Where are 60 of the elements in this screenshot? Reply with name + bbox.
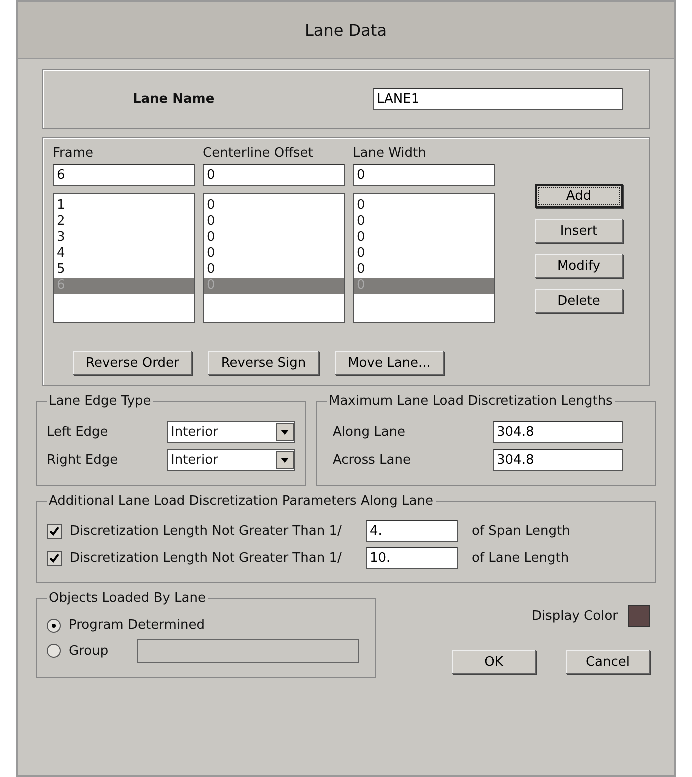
radio-button[interactable] <box>47 618 61 632</box>
field-label: Along Lane <box>332 424 407 440</box>
list-item[interactable]: 0 <box>354 198 494 214</box>
window-title: Lane Data <box>18 2 674 59</box>
side-button[interactable]: Add <box>535 184 623 208</box>
list-item[interactable]: 4 <box>54 246 194 262</box>
entry-field[interactable]: 6 <box>53 164 195 186</box>
column-heading: Lane Width <box>353 146 428 161</box>
list-item[interactable]: 0 <box>204 214 344 230</box>
edge-type-dropdown[interactable]: Interior <box>167 421 295 443</box>
length-field[interactable]: 304.8 <box>493 449 623 471</box>
checkbox[interactable] <box>47 524 62 538</box>
column-heading: Centerline Offset <box>203 146 314 161</box>
group-title: Maximum Lane Load Discretization Lengths <box>328 394 614 409</box>
list-item[interactable]: 0 <box>204 198 344 214</box>
radio-label: Program Determined <box>69 618 205 633</box>
field-label: Left Edge <box>47 424 110 440</box>
field-label: Right Edge <box>47 452 120 468</box>
checkbox-label: Discretization Length Not Greater Than 1/ <box>70 524 343 538</box>
lane-name-field[interactable]: LANE1 <box>373 88 623 110</box>
list-item[interactable]: 2 <box>54 214 194 230</box>
list-button[interactable]: Move Lane... <box>335 351 444 375</box>
divisor-field[interactable]: 10. <box>366 547 458 569</box>
list-item[interactable]: 5 <box>54 262 194 278</box>
dialog-button[interactable]: OK <box>452 650 536 674</box>
divisor-field[interactable]: 4. <box>366 520 458 542</box>
edge-type-dropdown[interactable]: Interior <box>167 449 295 471</box>
list-button[interactable]: Reverse Order <box>73 351 192 375</box>
field-suffix: of Lane Length <box>472 550 570 566</box>
entry-field[interactable]: 0 <box>203 164 345 186</box>
radio-button[interactable] <box>47 644 61 658</box>
radio-label: Group <box>69 644 109 658</box>
list-item[interactable]: 1 <box>54 198 194 214</box>
column-heading: Frame <box>53 146 95 161</box>
side-button[interactable]: Modify <box>535 254 623 278</box>
side-button[interactable]: Insert <box>535 219 623 243</box>
list-item[interactable]: 0 <box>354 262 494 278</box>
group-field[interactable] <box>136 639 359 663</box>
field-label: Across Lane <box>332 452 412 468</box>
dialog-button[interactable]: Cancel <box>566 650 650 674</box>
color-swatch[interactable] <box>628 605 650 627</box>
checkbox-label: Discretization Length Not Greater Than 1/ <box>70 550 343 566</box>
list-item[interactable]: 0 <box>354 214 494 230</box>
list-button[interactable]: Reverse Sign <box>208 351 320 375</box>
group-title: Additional Lane Load Discretization Parameters Along Lane <box>48 494 434 509</box>
lane-name-label: Lane Name <box>132 92 216 106</box>
group-title: Lane Edge Type <box>48 394 152 409</box>
list-item[interactable]: 0 <box>354 246 494 262</box>
side-button[interactable]: Delete <box>535 289 623 313</box>
list-item[interactable]: 0 <box>204 246 344 262</box>
checkbox[interactable] <box>47 550 62 566</box>
list-item[interactable]: 3 <box>54 230 194 246</box>
group-title: Objects Loaded By Lane <box>48 591 208 606</box>
list-item[interactable]: 0 <box>354 230 494 246</box>
list-item[interactable]: 0 <box>204 230 344 246</box>
display-color-label: Display Color <box>532 608 618 624</box>
length-field[interactable]: 304.8 <box>493 421 623 443</box>
entry-field[interactable]: 0 <box>353 164 495 186</box>
list-item[interactable]: 0 <box>204 262 344 278</box>
field-suffix: of Span Length <box>472 524 570 538</box>
